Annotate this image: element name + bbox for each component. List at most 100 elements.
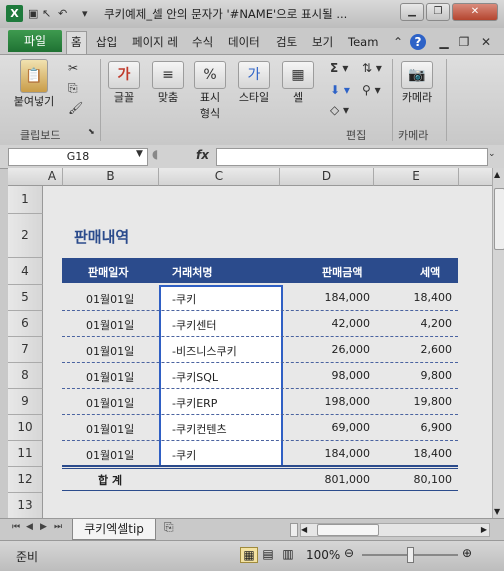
page-layout-view-icon[interactable]: ▤ <box>260 547 276 561</box>
cell-amount[interactable]: 184,000 <box>308 291 371 304</box>
column-header-e[interactable]: E <box>374 168 459 186</box>
zoom-in-icon[interactable]: ⊕ <box>462 546 472 560</box>
tab-review[interactable]: 검토 <box>276 32 297 52</box>
undo-icon[interactable]: ↶ <box>58 5 67 22</box>
cell-tax[interactable]: 18,400 <box>392 291 453 304</box>
name-box[interactable]: G18 <box>8 148 148 166</box>
tab-page-layout[interactable]: 페이지 레 <box>132 32 178 52</box>
row-header[interactable]: 11 <box>8 441 43 467</box>
scroll-thumb[interactable] <box>494 188 504 250</box>
formula-input[interactable] <box>216 148 488 166</box>
cell-amount[interactable]: 69,000 <box>308 421 371 434</box>
cell-client[interactable]: -쿠키센터 <box>172 317 216 333</box>
paste-button[interactable]: 📋 붙여넣기 <box>8 59 60 109</box>
cell-date[interactable]: 01월01일 <box>86 395 134 411</box>
scroll-right-icon[interactable]: ▶ <box>481 525 487 534</box>
h-scroll-thumb[interactable] <box>317 524 379 536</box>
row-header[interactable]: 5 <box>8 285 43 311</box>
qat-customize-icon[interactable]: ▾ <box>82 5 88 22</box>
zoom-level[interactable]: 100% <box>306 548 340 562</box>
tab-insert[interactable]: 삽입 <box>96 32 117 52</box>
total-label[interactable]: 합 계 <box>98 472 122 488</box>
header-tax[interactable]: 세액 <box>420 264 440 280</box>
fill-icon[interactable]: ⬇ ▾ <box>330 83 350 97</box>
camera-button[interactable]: 📷 카메라 <box>396 61 438 105</box>
cells-button[interactable]: ▦ 셀 <box>282 61 314 105</box>
sheet-tab-active[interactable]: 쿠키엑셀tip <box>72 519 156 540</box>
help-icon[interactable]: ? <box>410 34 426 50</box>
row-header[interactable]: 9 <box>8 389 43 415</box>
expand-formula-icon[interactable]: ⌄ <box>488 149 496 159</box>
cell-date[interactable]: 01월01일 <box>86 291 134 307</box>
row-header[interactable]: 6 <box>8 311 43 337</box>
new-sheet-icon[interactable]: ⎘ <box>164 520 174 535</box>
tab-formulas[interactable]: 수식 <box>192 32 213 52</box>
scroll-up-icon[interactable]: ▲ <box>494 170 500 179</box>
header-client[interactable]: 거래처명 <box>172 264 212 280</box>
next-sheet-icon[interactable]: ▶ <box>40 522 47 532</box>
restore-button[interactable]: ❐ <box>426 3 450 21</box>
cell-client[interactable]: -쿠키ERP <box>172 395 217 411</box>
cell-amount[interactable]: 98,000 <box>308 369 371 382</box>
select-all-corner[interactable] <box>8 168 43 186</box>
tab-data[interactable]: 데이터 <box>228 32 260 52</box>
styles-button[interactable]: 가 스타일 <box>234 61 274 105</box>
font-button[interactable]: 가 글꼴 <box>106 61 142 105</box>
prev-sheet-icon[interactable]: ◀ <box>26 522 33 532</box>
clipboard-launcher-icon[interactable]: ⬊ <box>88 127 95 136</box>
cell-client[interactable]: -쿠키 <box>172 291 196 307</box>
clear-icon[interactable]: ◇ ▾ <box>330 103 349 117</box>
total-tax[interactable]: 80,100 <box>402 473 453 486</box>
row-header[interactable]: 8 <box>8 363 43 389</box>
cell-amount[interactable]: 184,000 <box>308 447 371 460</box>
close-button[interactable]: ✕ <box>452 3 498 21</box>
insert-function-icon[interactable]: fx <box>196 148 209 162</box>
column-header-d[interactable]: D <box>280 168 374 186</box>
page-break-view-icon[interactable]: ▥ <box>280 547 296 561</box>
scroll-left-icon[interactable]: ◀ <box>301 525 307 534</box>
cell-tax[interactable]: 18,400 <box>392 447 453 460</box>
save-icon[interactable]: ▣ <box>28 5 38 22</box>
autosum-icon[interactable]: Σ ▾ <box>330 61 348 75</box>
tab-home[interactable]: 홈 <box>66 31 87 54</box>
horizontal-scrollbar[interactable]: ◀ ▶ <box>300 523 490 537</box>
cell-client[interactable]: -비즈니스쿠키 <box>172 343 237 359</box>
cut-icon[interactable]: ✂ <box>68 61 78 75</box>
workbook-minimize-icon[interactable]: ▁ <box>436 34 452 50</box>
normal-view-icon[interactable]: ▦ <box>240 547 258 563</box>
number-format-button[interactable]: % 표시 형식 <box>192 61 228 121</box>
worksheet-grid[interactable]: A B C D E 1 2 3 4 5 6 7 8 9 10 11 12 13 … <box>8 168 492 518</box>
row-header[interactable]: 13 <box>8 493 43 518</box>
cell-tax[interactable]: 19,800 <box>392 395 453 408</box>
cell-client[interactable]: -쿠키컨텐츠 <box>172 421 227 437</box>
format-painter-icon[interactable]: 🖌 <box>68 101 83 115</box>
tab-split-handle[interactable] <box>290 523 298 537</box>
row-header[interactable]: 12 <box>8 467 43 493</box>
total-amount[interactable]: 801,000 <box>318 473 371 486</box>
workbook-close-icon[interactable]: ✕ <box>478 34 494 50</box>
cell-date[interactable]: 01월01일 <box>86 421 134 437</box>
cell-date[interactable]: 01월01일 <box>86 343 134 359</box>
cell-amount[interactable]: 42,000 <box>308 317 371 330</box>
first-sheet-icon[interactable]: ⏮ <box>12 522 20 532</box>
excel-app-icon[interactable]: X <box>6 5 23 22</box>
zoom-slider-thumb[interactable] <box>407 547 414 563</box>
cell-date[interactable]: 01월01일 <box>86 447 134 463</box>
cell-date[interactable]: 01월01일 <box>86 369 134 385</box>
row-header[interactable]: 2 <box>8 214 43 258</box>
header-amount[interactable]: 판매금액 <box>322 264 362 280</box>
cell-client[interactable]: -쿠키 <box>172 447 196 463</box>
column-header-b[interactable]: B <box>63 168 159 186</box>
row-header[interactable]: 4 <box>8 258 43 285</box>
align-button[interactable]: ≡ 맞춤 <box>150 61 186 105</box>
tab-view[interactable]: 보기 <box>312 32 333 52</box>
cell-tax[interactable]: 9,800 <box>392 369 453 382</box>
row-header[interactable]: 10 <box>8 415 43 441</box>
last-sheet-icon[interactable]: ⏭ <box>54 522 62 532</box>
cell-tax[interactable]: 2,600 <box>392 343 453 356</box>
tab-file[interactable]: 파일 <box>8 30 62 52</box>
cell-date[interactable]: 01월01일 <box>86 317 134 333</box>
cell-amount[interactable]: 26,000 <box>308 343 371 356</box>
cursor-icon[interactable]: ↖ <box>42 5 51 22</box>
copy-icon[interactable]: ⎘ <box>68 81 78 96</box>
